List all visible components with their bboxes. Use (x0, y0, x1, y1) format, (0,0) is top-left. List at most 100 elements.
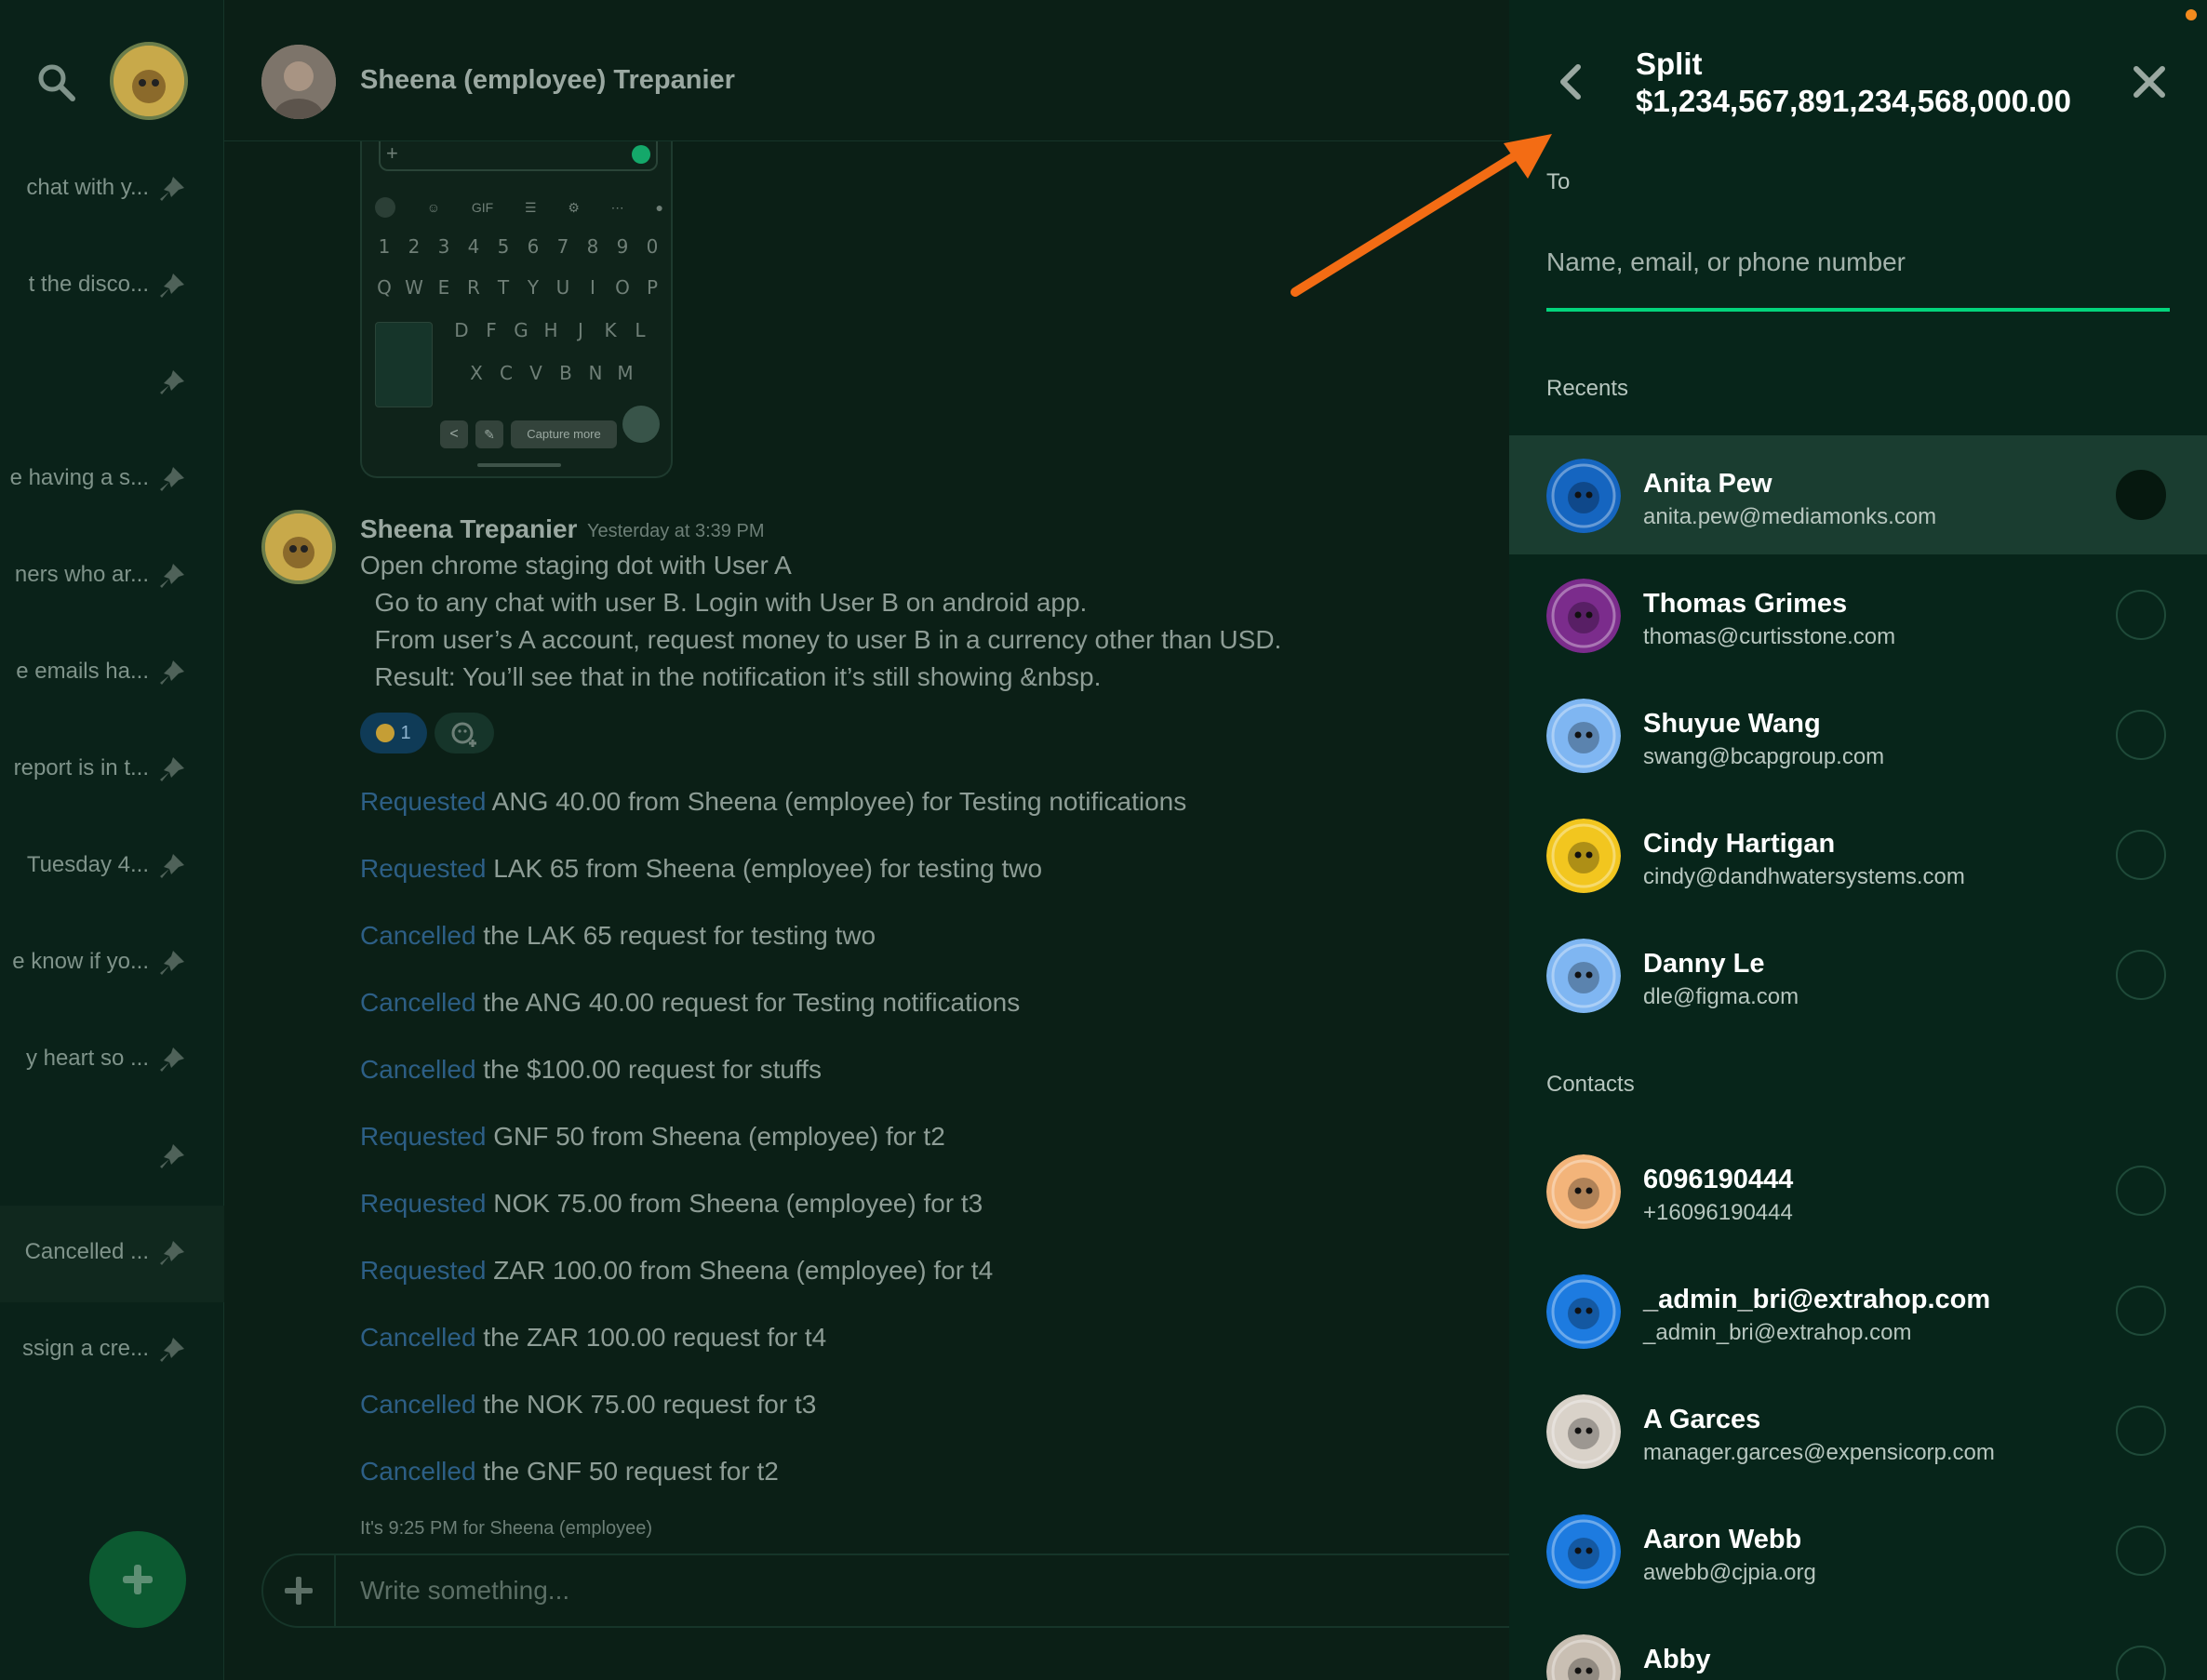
sidebar-chat-preview: ners who ar... (14, 562, 149, 587)
sidebar-chat-preview: y heart so ... (25, 1046, 149, 1071)
report-action-link[interactable]: Requested (360, 854, 486, 883)
pin-icon (156, 368, 186, 398)
report-action-link[interactable]: Cancelled (360, 988, 476, 1017)
contact-avatar[interactable] (261, 45, 336, 119)
message-line: Result: You’ll see that in the notificat… (360, 662, 1102, 691)
contact-row[interactable]: Shuyue Wang swang@bcapgroup.com (1509, 675, 2207, 794)
system-message-text: GNF 50 from Sheena (employee) for t2 (486, 1122, 945, 1151)
select-checkbox[interactable] (2116, 1406, 2166, 1456)
keyboard-key: 5 (497, 235, 510, 258)
keyboard-key: Q (377, 276, 392, 299)
system-message: Cancelled the $100.00 request for stuffs (360, 1055, 822, 1085)
report-action-link[interactable]: Cancelled (360, 1390, 476, 1419)
report-action-link[interactable]: Cancelled (360, 1457, 476, 1486)
keyboard-key: K (604, 319, 617, 341)
sidebar-chat-preview: Cancelled ... (24, 1239, 149, 1264)
select-checkbox[interactable] (2116, 1526, 2166, 1576)
mic-icon: ● (655, 200, 663, 215)
contact-row[interactable]: A Garces manager.garces@expensicorp.com (1509, 1371, 2207, 1490)
plus-icon (285, 1577, 313, 1605)
keyboard-key: E (437, 276, 450, 299)
emoji-reaction[interactable]: 1 (360, 713, 427, 753)
recipient-search-input[interactable] (1546, 244, 2170, 281)
close-button[interactable] (2133, 65, 2166, 99)
sidebar-chat-preview: report is in t... (13, 755, 149, 780)
chat-title[interactable]: Sheena (employee) Trepanier (360, 65, 735, 96)
sidebar-chat-item[interactable]: e emails ha... (0, 625, 224, 722)
report-action-link[interactable]: Requested (360, 1189, 486, 1218)
attached-image[interactable]: + ☺ GIF ☰ ⚙ ⋯ ● 1234567890 QWERTYUIOP DF… (360, 141, 673, 478)
back-button[interactable] (1552, 61, 1593, 102)
contact-row[interactable]: Danny Le dle@figma.com (1509, 915, 2207, 1034)
pin-icon (156, 1142, 186, 1172)
system-message-text: the ANG 40.00 request for Testing notifi… (475, 988, 1021, 1017)
report-action-link[interactable]: Requested (360, 1122, 486, 1151)
contact-row[interactable]: Thomas Grimes thomas@curtisstone.com (1509, 555, 2207, 674)
message-timestamp: Yesterday at 3:39 PM (587, 521, 765, 541)
report-action-link[interactable]: Requested (360, 1256, 486, 1285)
composer-input[interactable] (360, 1572, 1104, 1609)
contact-row[interactable]: Abby (1509, 1611, 2207, 1680)
contacts-label: Contacts (1546, 1072, 1635, 1097)
sidebar-chat-item[interactable]: Cancelled ... (0, 1206, 224, 1302)
contact-email: dle@figma.com (1643, 984, 1799, 1009)
user-avatar[interactable] (110, 42, 188, 120)
select-checkbox[interactable] (2116, 1166, 2166, 1216)
keyboard-key: 0 (646, 235, 659, 258)
contact-email: anita.pew@mediamonks.com (1643, 504, 1937, 529)
sidebar-chat-item[interactable]: e know if yo... (0, 915, 224, 1012)
report-action-link[interactable]: Cancelled (360, 921, 476, 950)
contact-avatar (1546, 1274, 1621, 1349)
sidebar-chat-item[interactable] (0, 1109, 224, 1206)
contact-email: manager.garces@expensicorp.com (1643, 1440, 1995, 1465)
select-checkbox[interactable] (2116, 1286, 2166, 1336)
contact-row[interactable]: Anita Pew anita.pew@mediamonks.com (1509, 435, 2207, 554)
sidebar-chat-item[interactable]: report is in t... (0, 722, 224, 819)
report-action-link[interactable]: Cancelled (360, 1323, 476, 1352)
message-author[interactable]: Sheena Trepanier (360, 514, 577, 544)
sidebar-chat-item[interactable] (0, 335, 224, 432)
select-checkbox[interactable] (2116, 590, 2166, 640)
contact-row[interactable]: Cindy Hartigan cindy@dandhwatersystems.co… (1509, 795, 2207, 914)
sidebar-chat-item[interactable]: y heart so ... (0, 1012, 224, 1109)
contact-row[interactable]: Aaron Webb awebb@cjpia.org (1509, 1491, 2207, 1610)
keyboard-key: 1 (378, 235, 391, 258)
sidebar-chat-item[interactable]: ners who ar... (0, 528, 224, 625)
report-action-link[interactable]: Cancelled (360, 1055, 476, 1084)
sidebar-chat-item[interactable]: ssign a cre... (0, 1302, 224, 1399)
panel-title: Split (1636, 47, 1703, 81)
contact-row[interactable]: 6096190444 +16096190444 (1509, 1131, 2207, 1250)
message-line: Go to any chat with user B. Login with U… (360, 588, 1088, 617)
add-attachment-button[interactable] (263, 1555, 336, 1626)
sidebar-chat-preview: e emails ha... (16, 659, 149, 684)
keyboard-key: C (500, 362, 513, 384)
sidebar-chat-item[interactable]: e having a s... (0, 432, 224, 528)
sidebar-chat-item[interactable]: chat with y... (0, 141, 224, 238)
select-checkbox[interactable] (2116, 950, 2166, 1000)
report-action-link[interactable]: Requested (360, 787, 486, 816)
sticker-icon: ☺ (426, 200, 441, 215)
select-checkbox[interactable] (2116, 470, 2166, 520)
add-reaction-button[interactable] (435, 713, 494, 753)
new-chat-button[interactable] (89, 1531, 186, 1628)
keyboard-key: U (555, 276, 570, 299)
sidebar-chat-item[interactable]: t the disco... (0, 238, 224, 335)
system-message-text: the GNF 50 request for t2 (475, 1457, 779, 1486)
keyboard-key: W (405, 276, 423, 299)
keyboard-key: 3 (437, 235, 450, 258)
system-message: Cancelled the NOK 75.00 request for t3 (360, 1390, 816, 1420)
keyboard-number-row: 1234567890 (362, 231, 671, 262)
message-author-avatar[interactable] (261, 510, 336, 584)
system-message-text: the NOK 75.00 request for t3 (475, 1390, 817, 1419)
sidebar-chat-item[interactable]: Tuesday 4... (0, 819, 224, 915)
select-checkbox[interactable] (2116, 830, 2166, 880)
enter-key (622, 406, 660, 443)
sidebar-chat-preview: chat with y... (26, 175, 149, 200)
pin-icon (156, 659, 186, 688)
contact-name: Aaron Webb (1643, 1525, 1802, 1554)
select-checkbox[interactable] (2116, 1646, 2166, 1680)
select-checkbox[interactable] (2116, 710, 2166, 760)
plus-icon: + (386, 141, 398, 165)
search-icon[interactable] (35, 61, 76, 102)
contact-row[interactable]: _admin_bri@extrahop.com _admin_bri@extrah… (1509, 1251, 2207, 1370)
